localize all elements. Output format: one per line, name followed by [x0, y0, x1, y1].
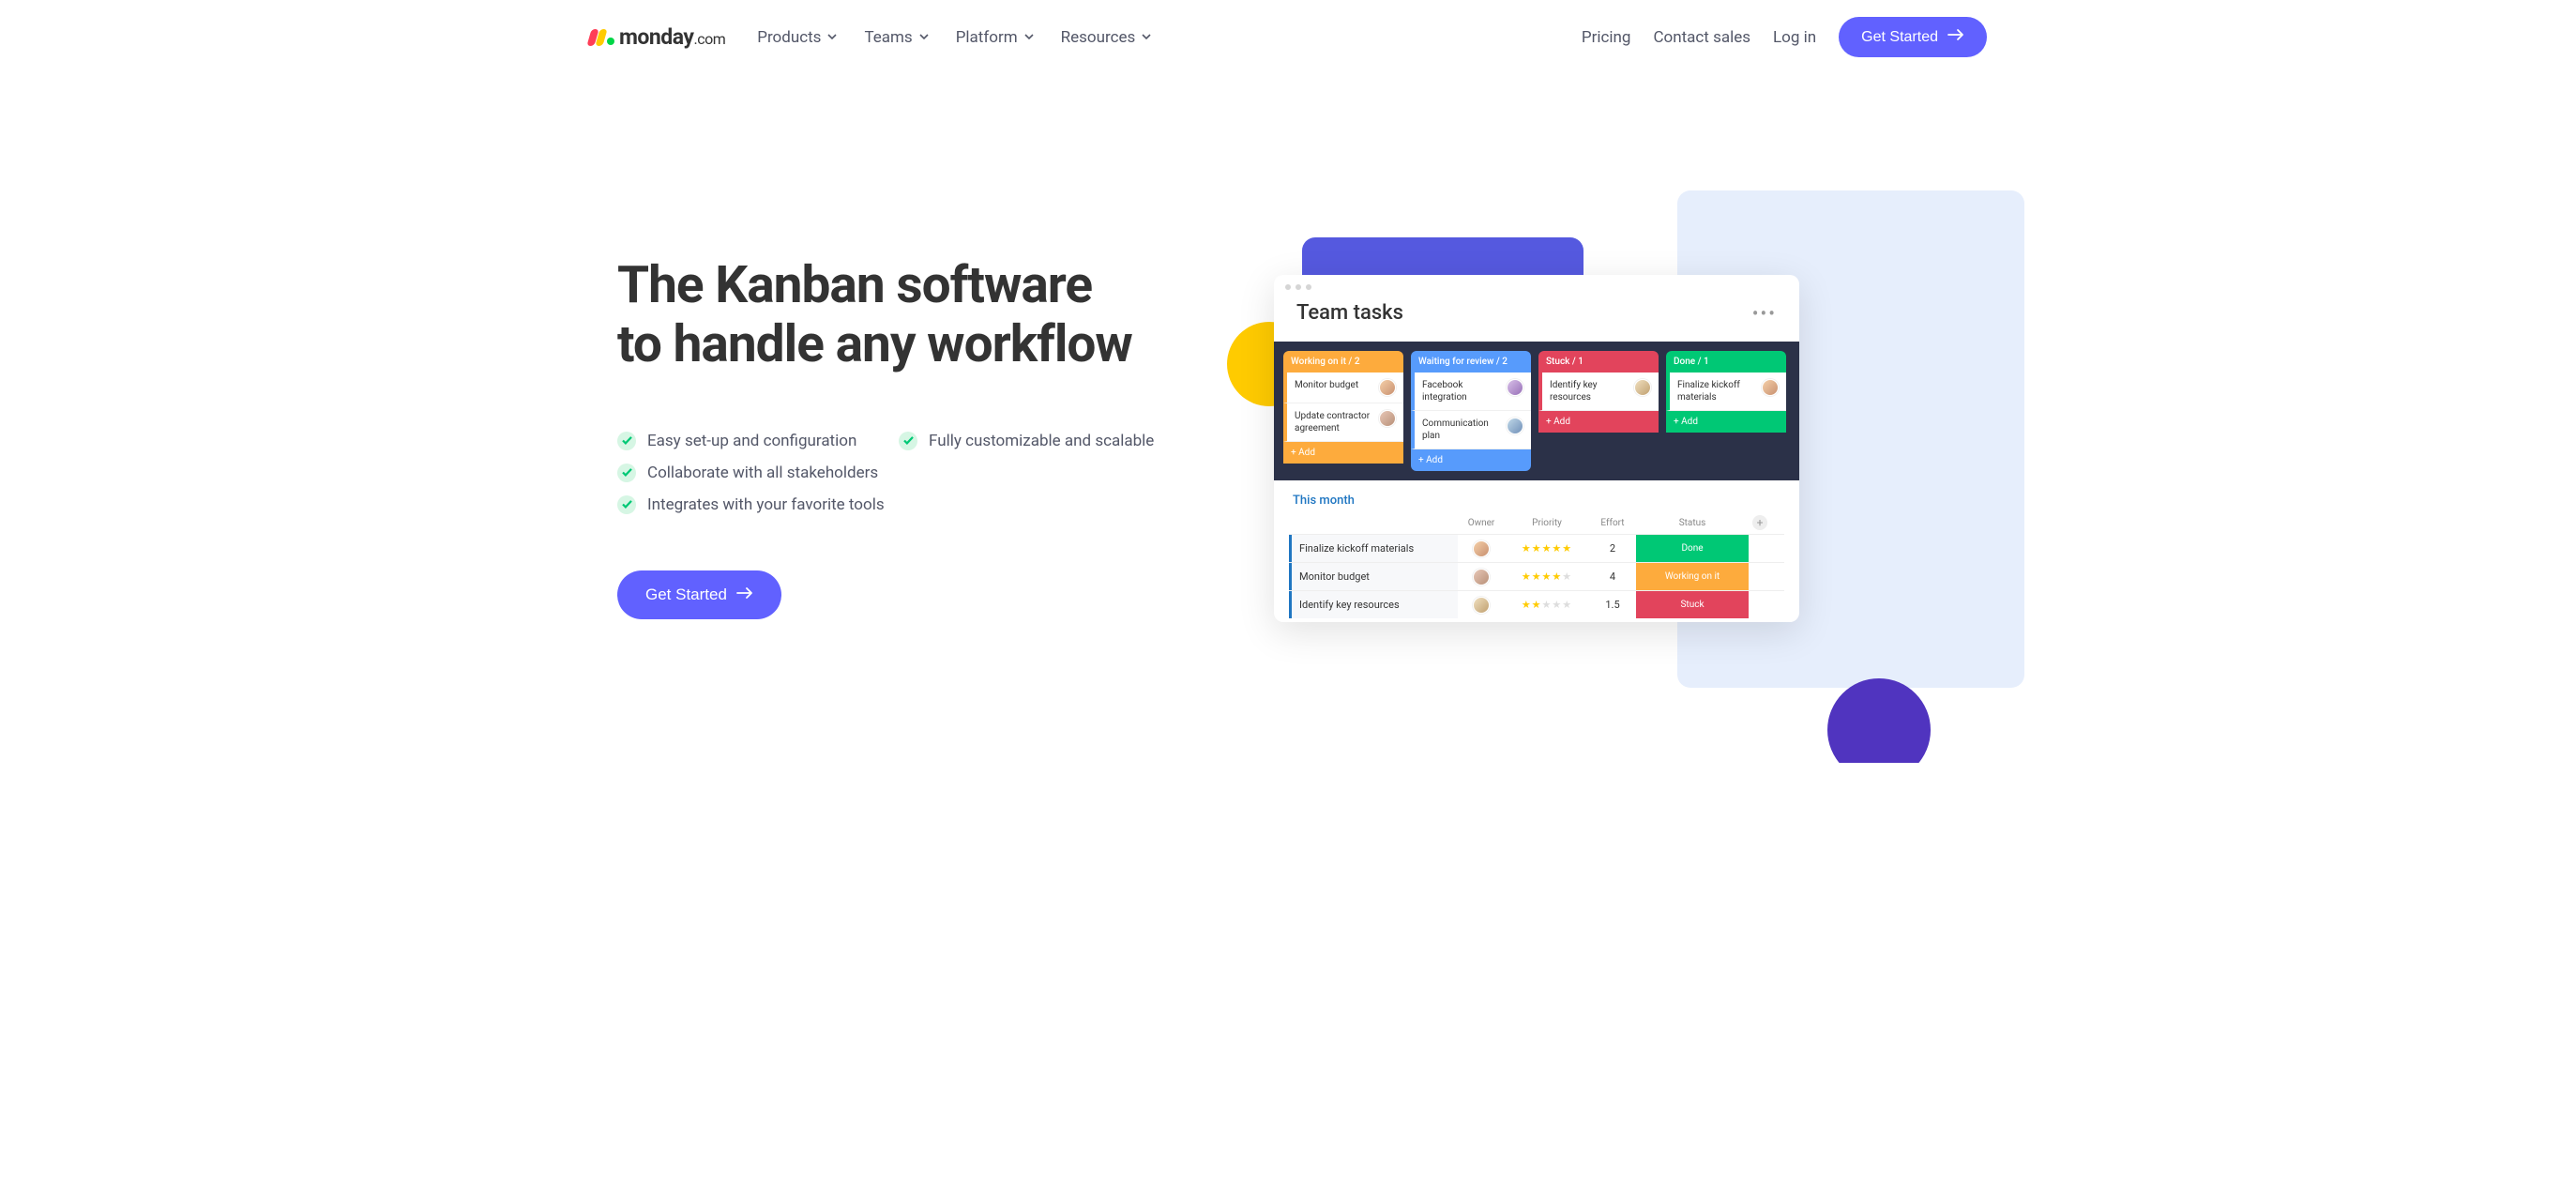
- table-header: Owner Priority Effort Status +: [1289, 515, 1784, 530]
- avatar: [1379, 410, 1396, 427]
- nav-resources[interactable]: Resources: [1061, 28, 1153, 47]
- nav-login[interactable]: Log in: [1773, 28, 1816, 47]
- table-row[interactable]: Monitor budget★★★★★4Working on it: [1289, 562, 1784, 590]
- avatar: [1762, 379, 1779, 396]
- table-section-title: This month: [1289, 494, 1784, 508]
- avatar: [1634, 379, 1651, 396]
- avatar: [1473, 597, 1490, 614]
- kanban-add-card[interactable]: + Add: [1411, 449, 1531, 471]
- add-column-icon[interactable]: +: [1752, 515, 1767, 530]
- bg-shape: [1827, 678, 1931, 763]
- hero-get-started-button[interactable]: Get Started: [617, 570, 781, 619]
- chevron-down-icon: [1023, 28, 1035, 47]
- kanban-card[interactable]: Finalize kickoff materials: [1666, 373, 1786, 411]
- kanban-column-header[interactable]: Working on it / 2: [1283, 351, 1403, 373]
- board-menu-icon[interactable]: •••: [1752, 311, 1777, 316]
- kanban-column-header[interactable]: Done / 1: [1666, 351, 1786, 373]
- kanban-add-card[interactable]: + Add: [1283, 442, 1403, 464]
- hero-headline: The Kanban software to handle any workfl…: [617, 256, 1227, 375]
- arrow-right-icon: [736, 585, 753, 604]
- nav-right: Pricing Contact sales Log in Get Started: [1582, 17, 1987, 57]
- bullet-item: Fully customizable and scalable: [899, 432, 1227, 450]
- nav-teams[interactable]: Teams: [864, 28, 929, 47]
- logo-mark-icon: [589, 29, 614, 46]
- hero-illustration: Team tasks ••• Working on it / 2Monitor …: [1255, 181, 1987, 725]
- logo-suffix: .com: [693, 30, 725, 48]
- kanban-column: Working on it / 2Monitor budgetUpdate co…: [1283, 351, 1403, 471]
- status-badge: Done: [1636, 535, 1749, 562]
- hero: The Kanban software to handle any workfl…: [552, 68, 2024, 763]
- kanban-card[interactable]: Communication plan: [1411, 411, 1531, 449]
- top-nav: monday.com Products Teams Platform Resou…: [552, 0, 2024, 68]
- chevron-down-icon: [918, 28, 930, 47]
- status-badge: Working on it: [1636, 563, 1749, 590]
- bullet-item: Integrates with your favorite tools: [617, 495, 1227, 514]
- avatar: [1473, 569, 1490, 585]
- avatar: [1507, 418, 1523, 434]
- kanban-board: Working on it / 2Monitor budgetUpdate co…: [1274, 342, 1799, 480]
- logo-name: monday: [619, 24, 693, 50]
- avatar: [1507, 379, 1523, 396]
- kanban-card[interactable]: Identify key resources: [1538, 373, 1659, 411]
- kanban-column: Stuck / 1Identify key resources+ Add: [1538, 351, 1659, 471]
- kanban-card[interactable]: Facebook integration: [1411, 373, 1531, 411]
- check-icon: [617, 464, 636, 482]
- nav-products[interactable]: Products: [757, 28, 838, 47]
- board-window: Team tasks ••• Working on it / 2Monitor …: [1274, 275, 1799, 622]
- window-controls-icon: [1274, 275, 1799, 296]
- kanban-column-header[interactable]: Waiting for review / 2: [1411, 351, 1531, 373]
- board-table: This month Owner Priority Effort Status …: [1274, 480, 1799, 622]
- chevron-down-icon: [1141, 28, 1152, 47]
- status-badge: Stuck: [1636, 591, 1749, 618]
- chevron-down-icon: [826, 28, 838, 47]
- kanban-card[interactable]: Update contractor agreement: [1283, 403, 1403, 442]
- avatar: [1473, 540, 1490, 557]
- check-icon: [899, 432, 917, 450]
- kanban-column: Done / 1Finalize kickoff materials+ Add: [1666, 351, 1786, 471]
- nav-platform[interactable]: Platform: [956, 28, 1035, 47]
- nav-get-started-button[interactable]: Get Started: [1839, 17, 1987, 57]
- avatar: [1379, 379, 1396, 396]
- kanban-column: Waiting for review / 2Facebook integrati…: [1411, 351, 1531, 471]
- nav-pricing[interactable]: Pricing: [1582, 28, 1631, 47]
- arrow-right-icon: [1947, 28, 1964, 46]
- nav-center: Products Teams Platform Resources: [757, 28, 1152, 47]
- table-row[interactable]: Identify key resources★★★★★1.5Stuck: [1289, 590, 1784, 618]
- table-row[interactable]: Finalize kickoff materials★★★★★2Done: [1289, 534, 1784, 562]
- kanban-card[interactable]: Monitor budget: [1283, 373, 1403, 403]
- logo[interactable]: monday.com: [589, 24, 725, 50]
- nav-contact-sales[interactable]: Contact sales: [1653, 28, 1750, 47]
- kanban-add-card[interactable]: + Add: [1538, 411, 1659, 433]
- board-title: Team tasks: [1296, 301, 1403, 325]
- bullet-item: Collaborate with all stakeholders: [617, 464, 1227, 482]
- bullet-item: Easy set-up and configuration: [617, 432, 880, 450]
- hero-bullets: Easy set-up and configuration Fully cust…: [617, 432, 1227, 514]
- kanban-column-header[interactable]: Stuck / 1: [1538, 351, 1659, 373]
- kanban-add-card[interactable]: + Add: [1666, 411, 1786, 433]
- check-icon: [617, 495, 636, 514]
- check-icon: [617, 432, 636, 450]
